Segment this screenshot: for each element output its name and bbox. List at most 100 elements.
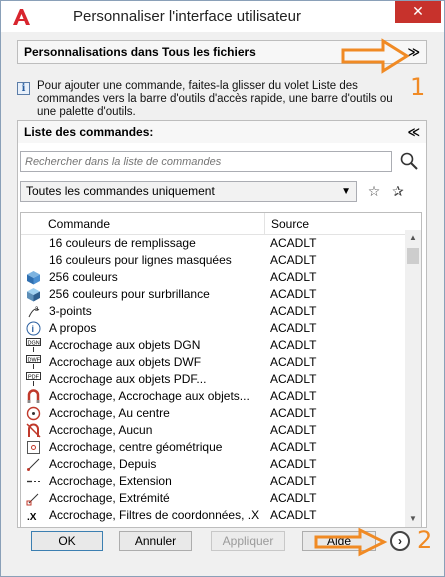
command-source: ACADLT (270, 270, 317, 284)
svg-text:DGN: DGN (28, 341, 40, 347)
close-button[interactable]: ✕ (395, 1, 441, 23)
window-title: Personnaliser l'interface utilisateur (73, 8, 301, 25)
find-star-icon[interactable]: ☆ (364, 181, 384, 201)
command-row[interactable]: 16 couleurs de remplissage ACADLT (21, 235, 405, 252)
svg-text:i: i (32, 324, 35, 334)
command-rows: 16 couleurs de remplissage ACADLT 16 coule… (21, 235, 405, 524)
autocad-logo-icon (13, 9, 30, 25)
list-header: Commande Source (21, 213, 421, 235)
dwf-snap-icon: DWF (26, 355, 41, 369)
info-icon: i (17, 82, 30, 95)
geometric-center-icon (27, 441, 40, 454)
command-row[interactable]: Accrochage, Aucun ACADLT (21, 422, 405, 439)
command-source: ACADLT (270, 287, 317, 301)
cancel-button[interactable]: Annuler (119, 531, 192, 551)
command-list-title: Liste des commandes: (24, 125, 154, 139)
command-row[interactable]: 256 couleurs pour surbrillance ACADLT (21, 286, 405, 303)
command-list-header[interactable]: Liste des commandes: ≪ (17, 120, 427, 144)
chevron-down-icon: ▼ (341, 186, 351, 197)
command-name: Accrochage, Depuis (49, 457, 157, 471)
command-source: ACADLT (270, 440, 317, 454)
new-command-star-icon[interactable]: ✰ (388, 181, 408, 201)
scroll-up-arrow-icon[interactable]: ▲ (405, 230, 421, 246)
command-row[interactable]: 3 3-points ACADLT (21, 303, 405, 320)
command-row[interactable]: Accrochage, Extrémité ACADLT (21, 490, 405, 507)
command-name: 16 couleurs de remplissage (49, 236, 196, 250)
command-source: ACADLT (270, 423, 317, 437)
dgn-snap-icon: DGN (26, 338, 41, 352)
center-snap-icon (26, 406, 41, 421)
scroll-thumb[interactable] (407, 248, 419, 264)
command-row[interactable]: i A propos ACADLT (21, 320, 405, 337)
command-row[interactable]: PDF Accrochage aux objets PDF... ACADLT (21, 371, 405, 388)
no-snap-icon (26, 423, 41, 438)
command-row[interactable]: 16 couleurs pour lignes masquées ACADLT (21, 252, 405, 269)
command-source: ACADLT (270, 253, 317, 267)
cube-highlight-icon (27, 288, 40, 302)
info-text: Pour ajouter une commande, faites-la gli… (37, 80, 393, 118)
command-name: Accrochage aux objets DWF (49, 355, 202, 369)
command-source: ACADLT (270, 508, 317, 522)
scroll-down-arrow-icon[interactable]: ▼ (405, 511, 421, 527)
command-name: 256 couleurs (49, 270, 118, 284)
command-list[interactable]: Commande Source 16 couleurs de remplissa… (20, 212, 422, 528)
svg-text:PDF: PDF (28, 375, 40, 381)
command-row[interactable]: Accrochage, centre géométrique ACADLT (21, 439, 405, 456)
command-name: Accrochage, Extrémité (49, 491, 170, 505)
command-name: Accrochage aux objets DGN (49, 338, 201, 352)
command-name: Accrochage aux objets PDF... (49, 372, 207, 386)
command-name: Accrochage, Extension (49, 474, 172, 488)
customizations-title: Personnalisations dans Tous les fichiers (24, 45, 256, 59)
command-filter-value: Toutes les commandes uniquement (26, 184, 215, 198)
expand-dialog-icon[interactable]: › (390, 531, 410, 551)
annotation-number-2: 2 (417, 526, 433, 554)
command-row[interactable]: 256 couleurs ACADLT (21, 269, 405, 286)
svg-text:.X: .X (27, 512, 37, 523)
command-source: ACADLT (270, 304, 317, 318)
command-source: ACADLT (270, 491, 317, 505)
pdf-snap-icon: PDF (26, 372, 41, 386)
command-source: ACADLT (270, 236, 317, 250)
command-name: A propos (49, 321, 97, 335)
command-name: Accrochage, centre géométrique (49, 440, 223, 454)
annotation-arrow-icon (314, 527, 388, 557)
info-icon: i (26, 321, 41, 336)
title-bar: Personnaliser l'interface utilisateur ✕ (1, 1, 444, 32)
command-row[interactable]: Accrochage, Au centre ACADLT (21, 405, 405, 422)
customize-ui-dialog: Personnaliser l'interface utilisateur ✕ … (0, 0, 445, 577)
collapse-chevron-icon[interactable]: ≪ (407, 121, 420, 143)
command-row[interactable]: Accrochage, Extension ACADLT (21, 473, 405, 490)
command-source: ACADLT (270, 338, 317, 352)
column-divider[interactable] (264, 213, 265, 234)
magnet-icon (27, 389, 40, 403)
command-name: 3-points (49, 304, 92, 318)
command-row[interactable]: .X Accrochage, Filtres de coordonnées, .X… (21, 507, 405, 524)
command-source: ACADLT (270, 321, 317, 335)
command-row[interactable]: Accrochage, Accrochage aux objets... ACAD… (21, 388, 405, 405)
command-name: 256 couleurs pour surbrillance (49, 287, 210, 301)
command-row[interactable]: DGN Accrochage aux objets DGN ACADLT (21, 337, 405, 354)
command-source: ACADLT (270, 474, 317, 488)
extension-snap-icon (27, 480, 40, 483)
command-source: ACADLT (270, 355, 317, 369)
search-input[interactable] (20, 151, 392, 172)
annotation-number-1: 1 (410, 73, 426, 101)
command-name: Accrochage, Aucun (49, 423, 153, 437)
command-name: Accrochage, Au centre (49, 406, 170, 420)
apply-button[interactable]: Appliquer (211, 531, 285, 551)
command-name: Accrochage, Filtres de coordonnées, .X (49, 508, 260, 522)
command-name: Accrochage, Accrochage aux objets... (49, 389, 250, 403)
vertical-scrollbar[interactable]: ▲ ▼ (405, 230, 421, 527)
svg-text:DWF: DWF (28, 358, 41, 364)
column-header-command[interactable]: Commande (48, 217, 110, 231)
command-row[interactable]: Accrochage, Depuis ACADLT (21, 456, 405, 473)
filter-x-icon: .X (27, 512, 37, 523)
command-filter-select[interactable]: Toutes les commandes uniquement ▼ (20, 181, 357, 202)
column-header-source[interactable]: Source (271, 217, 309, 231)
from-snap-icon (27, 458, 40, 471)
ok-button[interactable]: OK (31, 531, 103, 551)
command-row[interactable]: DWF Accrochage aux objets DWF ACADLT (21, 354, 405, 371)
annotation-arrow-icon (341, 38, 410, 74)
search-icon[interactable] (399, 151, 419, 171)
info-message: i Pour ajouter une commande, faites-la g… (17, 80, 407, 119)
